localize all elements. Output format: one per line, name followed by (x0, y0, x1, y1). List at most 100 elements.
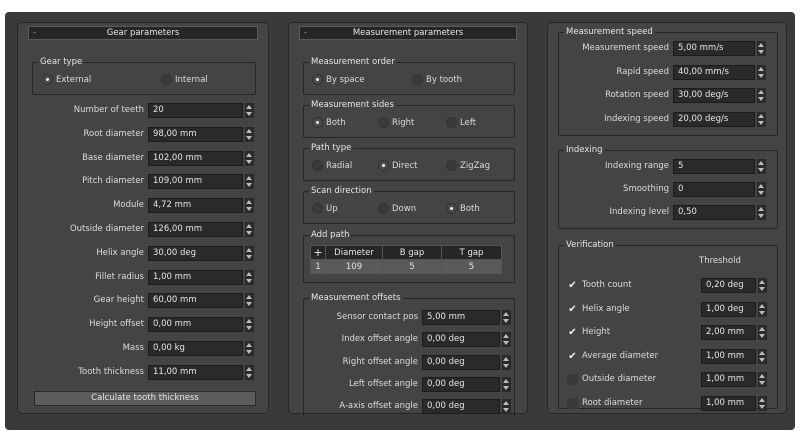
indexing-speed-spinner-icon[interactable] (757, 111, 766, 127)
outside-diameter-spinner-icon[interactable] (758, 372, 767, 387)
tooth-thickness-input[interactable]: 11,00 mm (148, 364, 243, 380)
helix-angle-checkbox[interactable]: ✔ (567, 304, 578, 315)
radio-right-side[interactable]: Right (378, 117, 414, 129)
height-threshold-input[interactable]: 2,00 mm (701, 325, 756, 340)
add-path-button[interactable]: + (310, 245, 326, 260)
table-cell[interactable]: 5 (441, 259, 502, 274)
a-axis-offset-angle-input[interactable]: 0,00 deg (422, 399, 500, 415)
fillet-radius-input[interactable]: 1,00 mm (148, 269, 243, 285)
radio-direct[interactable]: Direct (378, 160, 417, 172)
indexing-speed-input[interactable]: 20,00 deg/s (673, 111, 755, 127)
radio-up[interactable]: Up (312, 203, 338, 215)
a-axis-offset-angle-label: A-axis offset angle (339, 401, 418, 412)
module-input[interactable]: 4,72 mm (148, 198, 243, 214)
index-offset-angle-input[interactable]: 0,00 deg (422, 332, 500, 348)
number-of-teeth-input[interactable]: 20 (148, 103, 243, 118)
outside-diameter-input[interactable]: 126,00 mm (148, 222, 243, 237)
indexing-level-input[interactable]: 0,50 (673, 205, 755, 220)
mass-input[interactable]: 0,00 kg (148, 341, 243, 356)
root-diameter-input[interactable]: 98,00 mm (148, 126, 243, 142)
tooth-count-checkbox[interactable]: ✔ (567, 280, 578, 291)
tooth-count-threshold-input[interactable]: 0,20 deg (701, 278, 756, 293)
helix-angle-spinner-icon[interactable] (245, 245, 254, 261)
table-row[interactable]: 1 109 5 5 (310, 259, 502, 274)
root-diameter-spinner-icon[interactable] (245, 126, 254, 142)
radio-left-side[interactable]: Left (446, 117, 476, 129)
fillet-radius-spinner-icon[interactable] (245, 269, 254, 285)
helix-angle-threshold-input[interactable]: 1,00 deg (701, 301, 756, 317)
pitch-diameter-input[interactable]: 109,00 mm (148, 174, 243, 190)
helix-angle-input[interactable]: 30,00 deg (148, 245, 243, 261)
number-of-teeth-spinner-icon[interactable] (245, 103, 254, 118)
radio-label: Internal (175, 75, 208, 85)
measurement-speed-input[interactable]: 5,00 mm/s (673, 41, 755, 56)
calculate-tooth-thickness-button[interactable]: Calculate tooth thickness (34, 391, 256, 406)
smoothing-input[interactable]: 0 (673, 182, 755, 197)
radio-both-sides[interactable]: Both (312, 117, 346, 129)
height-offset-spinner-icon[interactable] (245, 317, 254, 333)
index-offset-angle-spinner-icon[interactable] (502, 332, 511, 348)
collapse-icon[interactable]: - (33, 27, 36, 39)
indexing-level-spinner-icon[interactable] (757, 205, 766, 220)
smoothing-spinner-icon[interactable] (757, 182, 766, 197)
gear-parameters-header[interactable]: - Gear parameters (28, 26, 258, 40)
rotation-speed-spinner-icon[interactable] (757, 88, 766, 103)
radio-by-space[interactable]: By space (312, 74, 365, 86)
left-offset-angle-input[interactable]: 0,00 deg (422, 376, 500, 392)
pitch-diameter-spinner-icon[interactable] (245, 174, 254, 190)
radio-internal[interactable]: Internal (161, 74, 208, 86)
gear-type-group: Gear type External Internal (32, 57, 256, 95)
height-offset-input[interactable]: 0,00 mm (148, 317, 243, 333)
measurement-parameters-header[interactable]: - Measurement parameters (299, 26, 517, 40)
sensor-contact-pos-spinner-icon[interactable] (502, 310, 511, 325)
right-offset-angle-spinner-icon[interactable] (502, 354, 511, 370)
radio-by-tooth[interactable]: By tooth (412, 74, 462, 86)
average-diameter-threshold-input[interactable]: 1,00 mm (701, 348, 756, 364)
outside-diameter-threshold-input[interactable]: 1,00 mm (701, 372, 756, 387)
measurement-speed-spinner-icon[interactable] (757, 41, 766, 56)
left-offset-angle-spinner-icon[interactable] (502, 376, 511, 392)
height-label: Height (582, 327, 611, 337)
measurement-offsets-group: Measurement offsets Sensor contact pos 5,… (303, 293, 515, 418)
table-cell[interactable]: 5 (382, 259, 442, 274)
rapid-speed-input[interactable]: 40,00 mm/s (673, 64, 755, 80)
root-diameter-threshold-input[interactable]: 1,00 mm (701, 395, 756, 411)
radio-both-directions[interactable]: Both (446, 203, 480, 215)
collapse-icon[interactable]: - (304, 27, 307, 39)
height-checkbox[interactable]: ✔ (567, 327, 578, 338)
rotation-speed-input[interactable]: 30,00 deg/s (673, 88, 755, 103)
average-diameter-checkbox[interactable]: ✔ (567, 351, 578, 362)
module-spinner-icon[interactable] (245, 198, 254, 214)
sensor-contact-pos-input[interactable]: 5,00 mm (422, 310, 500, 325)
indexing-range-input[interactable]: 5 (673, 159, 755, 174)
outside-diameter-spinner-icon[interactable] (245, 222, 254, 237)
outside-diameter-checkbox[interactable] (567, 374, 578, 385)
height-spinner-icon[interactable] (758, 325, 767, 340)
radio-down[interactable]: Down (378, 203, 416, 215)
gear-height-input[interactable]: 60,00 mm (148, 293, 243, 309)
a-axis-offset-angle-spinner-icon[interactable] (502, 399, 511, 415)
module-label: Module (113, 200, 144, 211)
table-cell[interactable]: 109 (325, 259, 383, 274)
mass-label: Mass (122, 343, 144, 353)
rapid-speed-spinner-icon[interactable] (757, 64, 766, 80)
gear-height-spinner-icon[interactable] (245, 293, 254, 309)
root-diameter-label: Root diameter (83, 128, 145, 139)
root-diameter-checkbox[interactable] (567, 397, 578, 409)
helix-angle-spinner-icon[interactable] (758, 301, 767, 317)
verification-group: Verification Threshold ✔ Tooth count 0,20 … (558, 240, 778, 411)
average-diameter-spinner-icon[interactable] (758, 348, 767, 364)
tooth-count-spinner-icon[interactable] (758, 278, 767, 293)
base-diameter-spinner-icon[interactable] (245, 150, 254, 166)
tooth-thickness-spinner-icon[interactable] (245, 364, 254, 380)
radio-radial[interactable]: Radial (312, 160, 352, 172)
base-diameter-input[interactable]: 102,00 mm (148, 150, 243, 166)
root-diameter-spinner-icon[interactable] (758, 395, 767, 411)
radio-zigzag[interactable]: ZigZag (446, 160, 490, 172)
mass-spinner-icon[interactable] (245, 341, 254, 356)
right-offset-angle-input[interactable]: 0,00 deg (422, 354, 500, 370)
radio-external[interactable]: External (42, 74, 91, 86)
measurement-speed-label: Measurement speed (582, 43, 669, 53)
column-header-diameter: Diameter (325, 245, 383, 260)
indexing-range-spinner-icon[interactable] (757, 159, 766, 174)
